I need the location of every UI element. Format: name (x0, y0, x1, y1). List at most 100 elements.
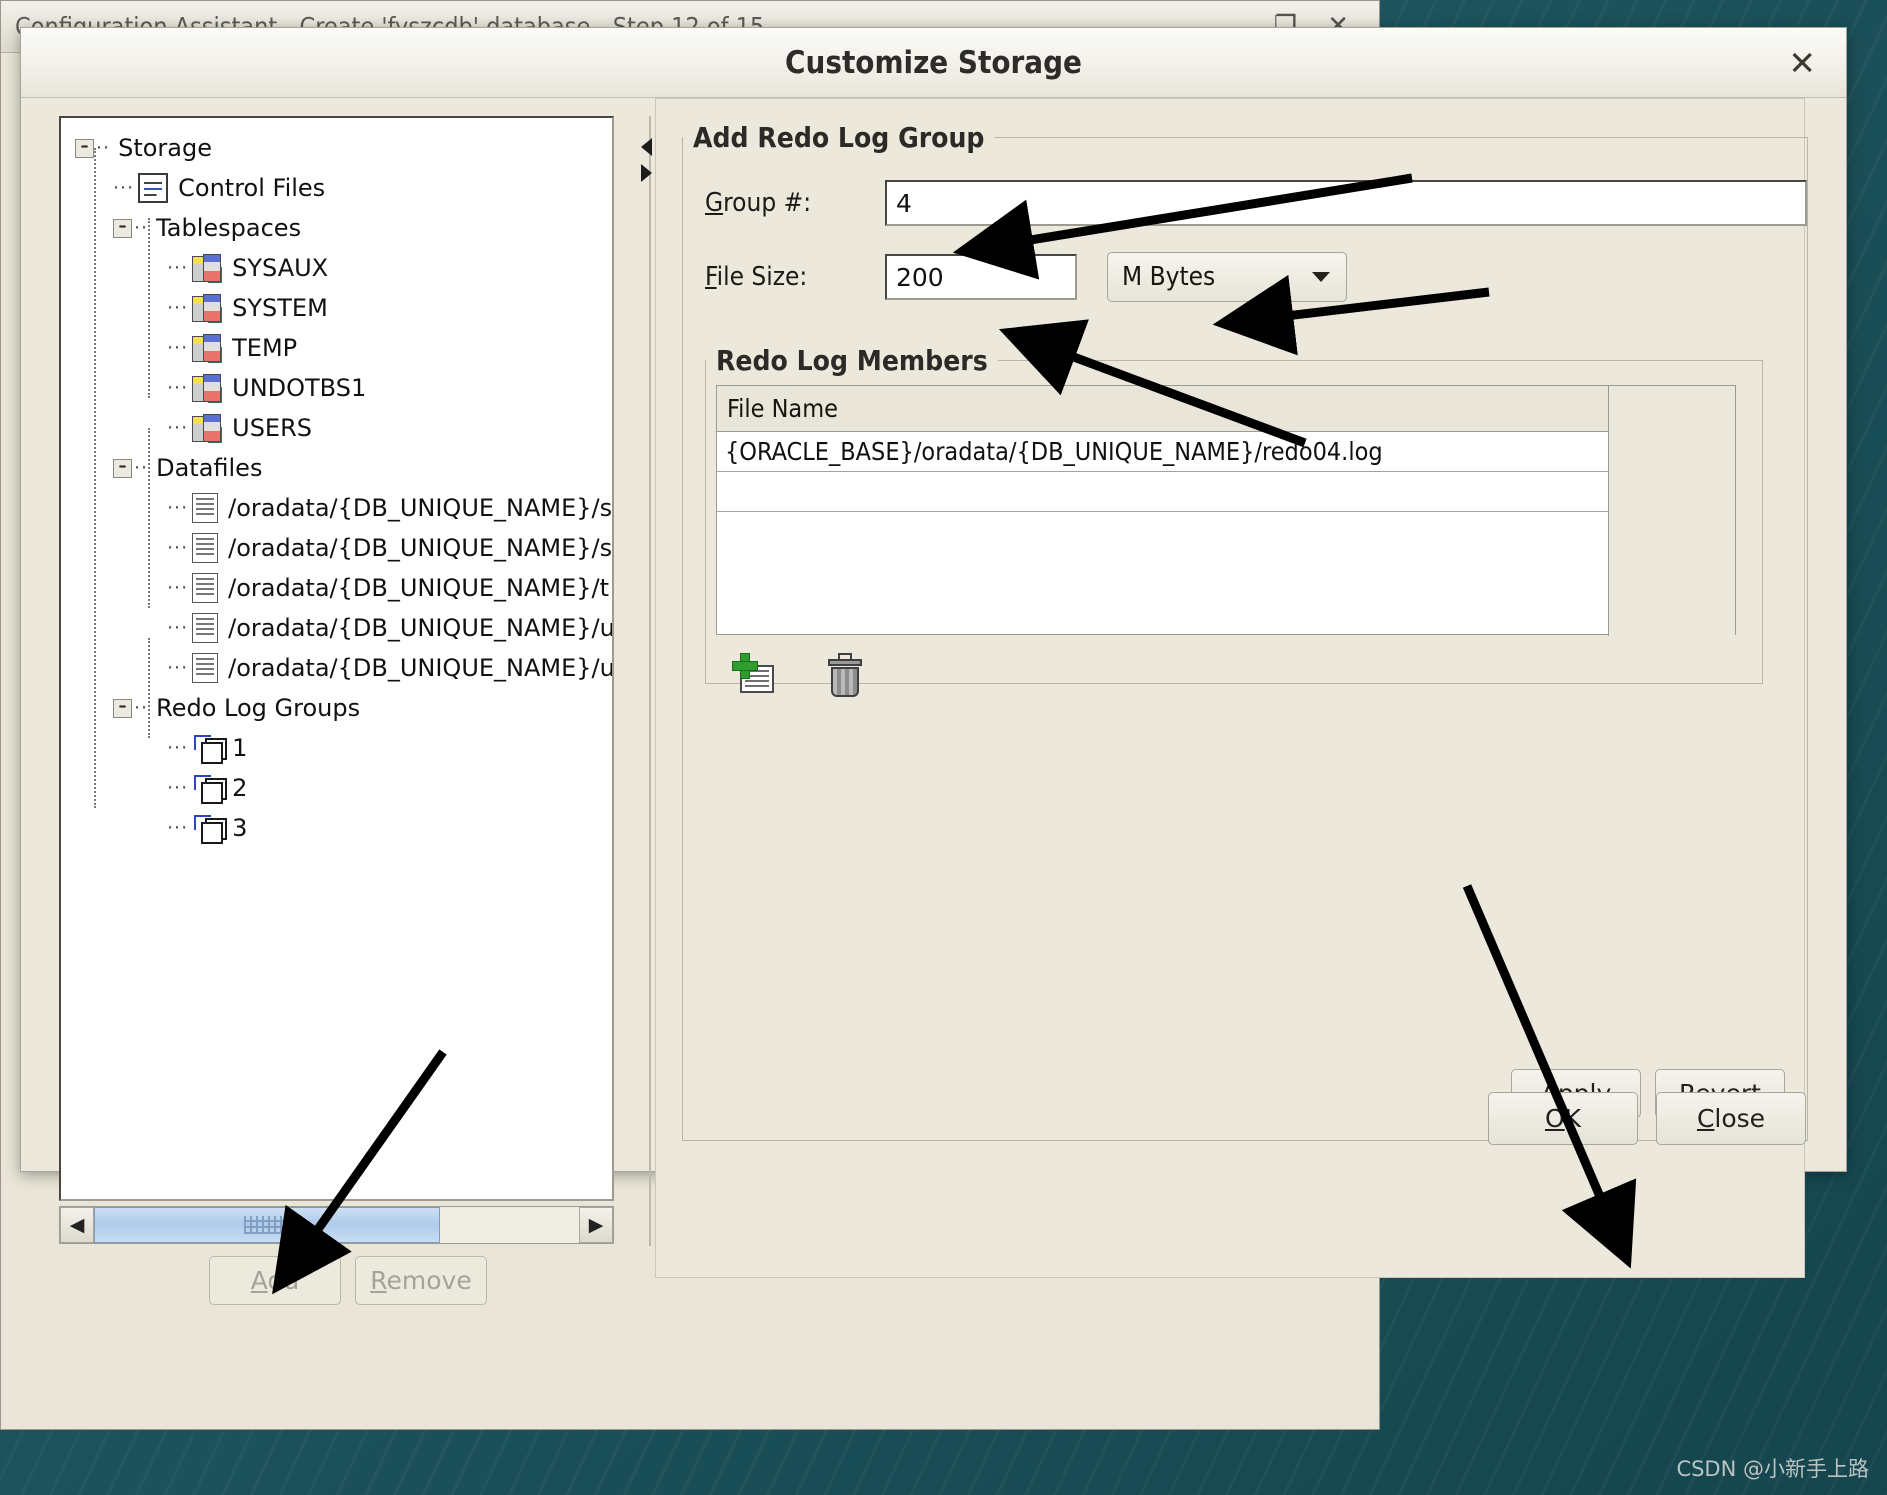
table-row[interactable]: {ORACLE_BASE}/oradata/{DB_UNIQUE_NAME}/r… (717, 432, 1735, 472)
tree-item-tablespace[interactable]: ··· UNDOTBS1 (71, 368, 612, 408)
table-row[interactable] (717, 472, 1735, 512)
redo-log-group-icon (192, 773, 224, 804)
tree-guide-line (148, 638, 150, 738)
tree-node-label: Tablespaces (156, 214, 302, 242)
remove-button-label: emove (386, 1266, 472, 1295)
customize-storage-dialog: Customize Storage ✕ ·· Storage (20, 27, 1847, 1305)
ok-button-mnemonic: O (1544, 1104, 1565, 1133)
collapse-toggle-icon[interactable] (75, 138, 94, 158)
tree-item-redo-log-group[interactable]: ··· 2 (71, 768, 612, 808)
datafile-icon (192, 493, 219, 523)
tree-node-datafiles[interactable]: ·· Datafiles (71, 448, 612, 488)
dialog-close-icon[interactable]: ✕ (1780, 44, 1824, 81)
tree-node-storage[interactable]: ·· Storage (71, 128, 612, 168)
tree-connector: ·· (96, 137, 111, 159)
tree-item-datafile[interactable]: ··· /oradata/{DB_UNIQUE_NAME}/t (71, 568, 612, 608)
tablespace-icon (192, 253, 223, 283)
tree-connector: ··· (167, 617, 189, 639)
file-size-unit-value: M Bytes (1122, 262, 1216, 292)
splitter-bar (649, 116, 651, 1246)
datafile-icon (192, 653, 219, 683)
group-number-input[interactable]: 4 (885, 180, 1807, 226)
tree-node-label: /oradata/{DB_UNIQUE_NAME}/s (228, 494, 613, 522)
tree-guide-line (148, 428, 150, 608)
file-size-input[interactable]: 200 (885, 254, 1077, 300)
table-header: File Name (717, 386, 1735, 432)
tree-item-tablespace[interactable]: ··· SYSTEM (71, 288, 612, 328)
table-spare-column (1609, 386, 1735, 636)
tree-node-redo-log-groups[interactable]: ·· Redo Log Groups (71, 688, 612, 728)
file-size-label: File Size: (705, 262, 808, 292)
tree-guide-line (148, 218, 150, 398)
file-size-row: File Size: 200 M Bytes (705, 252, 1807, 302)
tree-connector: ··· (167, 257, 189, 279)
splitter-collapse-left-icon[interactable] (641, 138, 652, 156)
chevron-down-icon (1312, 272, 1330, 282)
add-redo-log-group-group: Add Redo Log Group Group #: 4 File Size:… (682, 121, 1808, 1141)
group-number-row: Group #: 4 (705, 180, 1807, 226)
tree-connector: ··· (167, 497, 189, 519)
tree-item-datafile[interactable]: ··· /oradata/{DB_UNIQUE_NAME}/u (71, 608, 612, 648)
control-file-icon (138, 173, 169, 203)
tree-node-label: TEMP (232, 334, 298, 362)
collapse-toggle-icon[interactable] (113, 458, 132, 478)
remove-button-mnemonic: R (370, 1266, 387, 1295)
group-number-mnemonic: G (705, 188, 724, 218)
dialog-body: ·· Storage ··· Control Files ·· Tablespa… (21, 98, 1846, 1305)
ok-button[interactable]: OK (1488, 1092, 1638, 1145)
tablespace-icon (192, 333, 223, 363)
tree-node-tablespaces[interactable]: ·· Tablespaces (71, 208, 612, 248)
watermark: CSDN @小新手上路 (1676, 1457, 1869, 1481)
tablespace-icon (192, 293, 223, 323)
scroll-right-icon[interactable]: ▶ (579, 1207, 613, 1243)
redo-log-group-icon (192, 733, 224, 764)
tree-connector: ··· (167, 297, 189, 319)
close-button[interactable]: Close (1656, 1092, 1806, 1145)
add-button-label: dd (267, 1266, 300, 1295)
add-button[interactable]: Add (209, 1256, 341, 1305)
tree-connector: ··· (167, 777, 189, 799)
redo-log-members-legend: Redo Log Members (716, 344, 988, 377)
splitter-collapse-right-icon[interactable] (641, 164, 652, 182)
scrollbar-thumb[interactable] (94, 1207, 440, 1243)
tree-node-label: SYSTEM (232, 294, 328, 322)
tree-item-datafile[interactable]: ··· /oradata/{DB_UNIQUE_NAME}/s (71, 488, 612, 528)
tree-node-label: /oradata/{DB_UNIQUE_NAME}/t (228, 574, 610, 602)
file-size-unit-select[interactable]: M Bytes (1107, 252, 1347, 302)
tree-connector: ··· (167, 737, 189, 759)
scroll-left-icon[interactable]: ◀ (60, 1207, 94, 1243)
member-toolbar (732, 653, 1762, 699)
tree-item-datafile[interactable]: ··· /oradata/{DB_UNIQUE_NAME}/s (71, 528, 612, 568)
remove-button[interactable]: Remove (355, 1256, 487, 1305)
storage-tree[interactable]: ·· Storage ··· Control Files ·· Tablespa… (59, 116, 614, 1201)
tree-item-redo-log-group[interactable]: ··· 3 (71, 808, 612, 848)
redo-log-members-table[interactable]: File Name {ORACLE_BASE}/oradata/{DB_UNIQ… (716, 385, 1736, 636)
add-member-icon[interactable] (732, 653, 778, 699)
dialog-titlebar: Customize Storage ✕ (21, 28, 1846, 98)
tree-node-control-files[interactable]: ··· Control Files (71, 168, 612, 208)
scrollbar-track[interactable] (94, 1207, 579, 1243)
group-number-label: Group #: (705, 188, 812, 218)
tree-node-label: /oradata/{DB_UNIQUE_NAME}/u (228, 654, 614, 682)
delete-member-icon[interactable] (822, 653, 868, 699)
add-button-mnemonic: A (250, 1266, 268, 1295)
tree-item-tablespace[interactable]: ··· TEMP (71, 328, 612, 368)
tree-item-tablespace[interactable]: ··· SYSAUX (71, 248, 612, 288)
tree-node-label: Control Files (178, 174, 326, 202)
tree-connector: ··· (113, 177, 135, 199)
file-size-mnemonic: F (705, 262, 717, 292)
tree-node-label: 3 (232, 814, 248, 842)
tree-connector: ··· (167, 337, 189, 359)
tree-node-label: /oradata/{DB_UNIQUE_NAME}/s (228, 534, 613, 562)
tree-horizontal-scrollbar[interactable]: ◀ ▶ (59, 1206, 614, 1244)
tree-node-label: /oradata/{DB_UNIQUE_NAME}/u (228, 614, 614, 642)
dialog-action-buttons: OK Close (1488, 1092, 1806, 1145)
tree-item-datafile[interactable]: ··· /oradata/{DB_UNIQUE_NAME}/u (71, 648, 612, 688)
datafile-icon (192, 613, 219, 643)
tree-item-tablespace[interactable]: ··· USERS (71, 408, 612, 448)
tree-item-redo-log-group[interactable]: ··· 1 (71, 728, 612, 768)
collapse-toggle-icon[interactable] (113, 218, 132, 238)
tree-node-label: UNDOTBS1 (232, 374, 367, 402)
collapse-toggle-icon[interactable] (113, 698, 132, 718)
table-column-divider[interactable] (1608, 386, 1609, 636)
